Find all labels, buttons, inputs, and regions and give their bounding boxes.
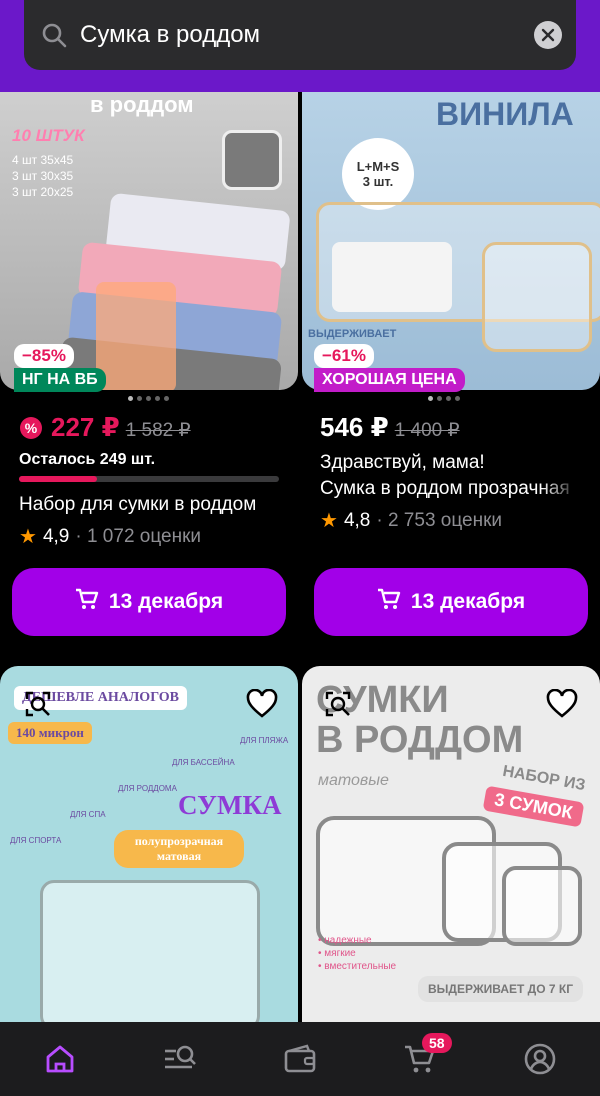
promo-tag: ХОРОШАЯ ЦЕНА <box>314 368 465 392</box>
image-pagination <box>128 396 169 401</box>
image-text: ДЛЯ СПОРТА <box>10 836 62 845</box>
profile-icon <box>524 1043 556 1075</box>
favorite-heart-icon[interactable] <box>244 686 280 722</box>
bag-illustration <box>482 242 592 352</box>
image-sizes: 4 шт 35х45 3 шт 30х35 3 шт 20х25 <box>12 153 74 199</box>
add-to-cart-button[interactable]: 13 декабря <box>12 568 286 636</box>
star-icon: ★ <box>19 526 37 548</box>
set-badge: L+M+S 3 шт. <box>342 138 414 210</box>
header: Сумка в роддом <box>0 0 600 92</box>
rating: ★ 4,8 · 2 753 оценки <box>320 509 503 533</box>
price: 546 ₽ <box>320 412 389 442</box>
image-text: ДЛЯ БАССЕЙНА <box>172 758 235 767</box>
image-text: 140 микрон <box>8 722 92 744</box>
search-bar[interactable]: Сумка в роддом <box>24 0 576 70</box>
image-text: матовые <box>318 772 389 789</box>
stock-left: Осталось 249 шт. <box>19 451 156 468</box>
similar-search-icon[interactable] <box>320 686 356 722</box>
image-pagination <box>428 396 460 401</box>
nav-profile[interactable] <box>510 1029 570 1089</box>
promo-tag: НГ НА ВБ <box>14 368 106 392</box>
bottom-nav: 58 <box>0 1022 600 1096</box>
image-text: ДЛЯ РОДДОМА <box>118 784 177 793</box>
nav-cart[interactable]: 58 <box>390 1029 452 1089</box>
home-icon <box>46 1045 74 1073</box>
image-text: ВЫДЕРЖИВАЕТ <box>308 328 397 340</box>
feature-list: • надежные • мягкие • вместительные <box>318 935 397 972</box>
nav-home[interactable] <box>30 1029 90 1089</box>
cart-icon <box>377 588 401 616</box>
image-text: 10 ШТУК <box>12 126 85 145</box>
product-title-line1[interactable]: Здравствуй, мама! <box>320 450 580 475</box>
search-input[interactable]: Сумка в роддом <box>80 21 534 49</box>
cart-icon <box>75 588 99 616</box>
price: 227 ₽ <box>51 412 120 442</box>
image-text: ВИНИЛА <box>436 96 574 132</box>
sale-icon: % <box>19 416 43 440</box>
nav-catalog[interactable] <box>150 1029 210 1089</box>
image-text: СУМКА <box>178 790 282 820</box>
catalog-search-icon <box>165 1045 196 1069</box>
search-icon <box>38 19 70 51</box>
star-icon: ★ <box>320 510 338 532</box>
bag-illustration <box>96 282 176 390</box>
favorite-heart-icon[interactable] <box>544 686 580 722</box>
bag-illustration <box>40 880 260 1022</box>
rating: ★ 4,9 · 1 072 оценки <box>19 525 202 549</box>
wallet-icon <box>284 1044 316 1073</box>
price-row: % 227 ₽ 1 582 ₽ <box>19 412 191 443</box>
discount-badge: −85% <box>14 344 74 368</box>
add-to-cart-button[interactable]: 13 декабря <box>314 568 588 636</box>
image-text: в роддом <box>90 92 194 117</box>
price-row: 546 ₽ 1 400 ₽ <box>320 412 460 443</box>
clear-search-icon[interactable] <box>534 21 562 49</box>
product-title[interactable]: Набор для сумки в роддом <box>19 492 289 517</box>
old-price: 1 582 ₽ <box>125 420 191 441</box>
cart-count-badge: 58 <box>422 1033 452 1053</box>
product-title-line2[interactable]: Сумка в роддом прозрачная <box>320 476 580 501</box>
svg-text:%: % <box>25 420 38 436</box>
image-text: ДЛЯ ПЛЯЖА <box>240 736 289 745</box>
image-text: полупрозрачная матовая <box>114 830 244 868</box>
image-text: ВЫДЕРЖИВАЕТ ДО 7 КГ <box>418 976 584 1002</box>
discount-badge: −61% <box>314 344 374 368</box>
image-text: ДЛЯ СПА <box>70 810 106 819</box>
old-price: 1 400 ₽ <box>394 420 460 441</box>
bag-illustration <box>502 866 582 946</box>
stock-progress <box>19 476 279 482</box>
nav-wallet[interactable] <box>270 1029 330 1089</box>
similar-search-icon[interactable] <box>20 686 56 722</box>
towel-illustration <box>332 242 452 312</box>
zip-illustration <box>222 130 282 190</box>
